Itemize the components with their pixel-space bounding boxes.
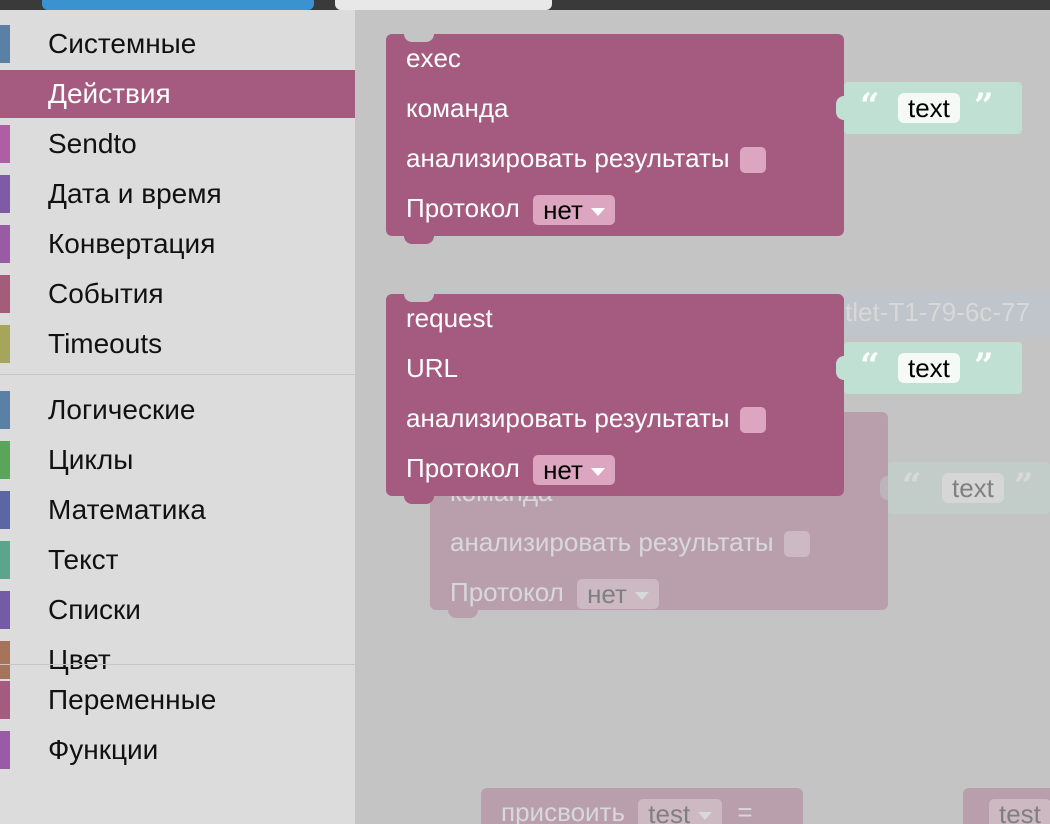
toolbox-category[interactable]: Sendto xyxy=(0,120,355,168)
exec-protocol-dropdown[interactable]: нет xyxy=(533,195,615,226)
assign-eq: = xyxy=(737,797,753,824)
request-analyze-checkbox[interactable] xyxy=(739,407,766,434)
category-label: Действия xyxy=(48,78,171,109)
ghost-text-block: “ text ” xyxy=(880,462,1050,514)
toolbox-category[interactable]: Действия xyxy=(0,70,355,118)
ghost-analyze-row: анализировать результаты xyxy=(450,526,810,558)
category-color-stripe xyxy=(0,491,10,529)
toolbox-category[interactable]: Конвертация xyxy=(0,220,355,268)
category-color-stripe xyxy=(0,731,10,769)
category-color-stripe xyxy=(0,275,10,313)
quote-open-icon: “ xyxy=(860,346,880,386)
category-color-stripe xyxy=(0,25,10,63)
exec-analyze-checkbox[interactable] xyxy=(739,147,766,174)
category-label: Конвертация xyxy=(48,228,216,259)
ghost-assign-block: присвоить test = xyxy=(481,788,803,824)
toolbox-category[interactable]: Логические xyxy=(0,386,355,434)
request-title: request xyxy=(406,303,493,333)
category-color-stripe xyxy=(0,681,10,719)
blocks-tab[interactable] xyxy=(42,0,314,10)
blockly-workspace[interactable]: tlet-T1-79-6c-77 команда анализировать р… xyxy=(355,10,1050,824)
request-url-label: URL xyxy=(406,353,459,383)
category-label: Списки xyxy=(48,594,141,625)
category-color-stripe xyxy=(0,541,10,579)
request-analyze-row: анализировать результаты xyxy=(406,402,766,434)
category-label: Функции xyxy=(48,734,159,765)
code-tab[interactable] xyxy=(335,0,552,10)
toolbox-category[interactable]: Функции xyxy=(0,726,355,774)
exec-title: exec xyxy=(406,43,461,73)
category-label: События xyxy=(48,278,164,309)
toolbox-category[interactable]: События xyxy=(0,270,355,318)
toolbox: Системные Действия Sendto Дата и время Конве… xyxy=(0,10,355,824)
toolbox-category[interactable]: Системные xyxy=(0,20,355,68)
toolbox-category[interactable]: Списки xyxy=(0,586,355,634)
request-protocol-row: Протокол нет xyxy=(406,452,615,486)
exec-text-block[interactable]: “ text ” xyxy=(836,82,1022,134)
toolbox-category[interactable]: Циклы xyxy=(0,436,355,484)
toolbox-category[interactable]: Математика xyxy=(0,486,355,534)
category-label: Математика xyxy=(48,494,206,525)
toolbox-separator xyxy=(0,664,355,665)
category-color-stripe xyxy=(0,641,10,679)
ghost-protocol-row: Протокол нет xyxy=(450,576,659,610)
category-color-stripe xyxy=(0,325,10,363)
category-label: Логические xyxy=(48,394,196,425)
exec-protocol-row: Протокол нет xyxy=(406,192,615,226)
quote-close-icon: ” xyxy=(974,346,994,386)
toolbox-category[interactable]: Timeouts xyxy=(0,320,355,368)
category-label: Системные xyxy=(48,28,197,59)
category-label: Переменные xyxy=(48,684,217,715)
toolbox-category[interactable]: Переменные xyxy=(0,676,355,724)
assign-label: присвоить xyxy=(501,797,626,824)
category-label: Timeouts xyxy=(48,328,163,359)
category-color-stripe xyxy=(0,591,10,629)
category-label: Текст xyxy=(48,544,119,575)
category-color-stripe xyxy=(0,125,10,163)
ghost-var-block: test xyxy=(963,788,1050,824)
category-label: Циклы xyxy=(48,444,134,475)
chevron-down-icon xyxy=(590,208,605,217)
exec-block[interactable]: exec команда анализировать результаты Пр… xyxy=(386,34,844,244)
category-color-stripe xyxy=(0,225,10,263)
top-bar xyxy=(0,0,1050,10)
toolbox-category[interactable]: Дата и время xyxy=(0,170,355,218)
toolbox-category[interactable]: Текст xyxy=(0,536,355,584)
exec-analyze-row: анализировать результаты xyxy=(406,142,766,174)
category-color-stripe xyxy=(0,441,10,479)
assign-var-dropdown: test xyxy=(638,799,723,824)
quote-close-icon: ” xyxy=(974,86,994,126)
exec-text-field[interactable]: text xyxy=(898,93,960,123)
request-protocol-dropdown[interactable]: нет xyxy=(533,455,615,486)
ghost-id-text: tlet-T1-79-6c-77 xyxy=(845,297,1030,327)
quote-open-icon: “ xyxy=(860,86,880,126)
category-label: Sendto xyxy=(48,128,137,159)
request-block[interactable]: request URL анализировать результаты Про… xyxy=(386,294,844,504)
request-text-block[interactable]: “ text ” xyxy=(836,342,1022,394)
toolbox-separator xyxy=(0,374,355,375)
category-color-stripe xyxy=(0,175,10,213)
request-text-field[interactable]: text xyxy=(898,353,960,383)
category-color-stripe xyxy=(0,391,10,429)
chevron-down-icon xyxy=(590,468,605,477)
category-color-stripe xyxy=(0,75,10,113)
category-label: Дата и время xyxy=(48,178,222,209)
exec-command-label: команда xyxy=(406,93,509,123)
